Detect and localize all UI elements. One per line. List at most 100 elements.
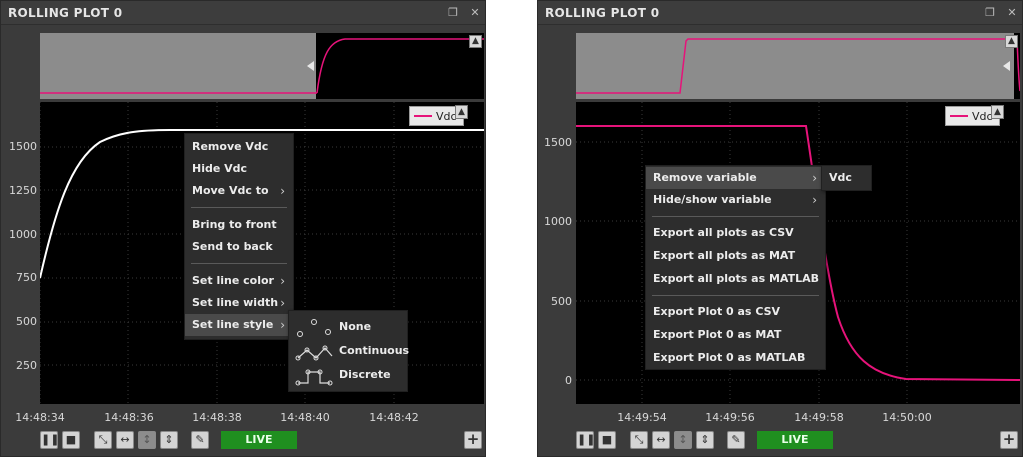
clear-button[interactable]: ✎ — [191, 431, 209, 449]
fit-vertical-button[interactable]: ↕ — [674, 431, 692, 449]
close-icon[interactable]: ✕ — [469, 7, 481, 19]
collapse-overview-button[interactable]: ▲ — [469, 35, 482, 48]
collapse-legend-button[interactable]: ▲ — [991, 105, 1004, 119]
collapse-overview-button[interactable]: ▲ — [1005, 35, 1018, 48]
close-icon[interactable]: ✕ — [1006, 7, 1018, 19]
fit-vertical-icon: ↕ — [678, 433, 688, 446]
fit-horizontal-icon: ↔ — [120, 433, 130, 446]
x-tick-label: 14:49:56 — [705, 411, 755, 424]
y-tick-label: 750 — [16, 271, 37, 284]
x-tick-label: 14:48:34 — [15, 411, 65, 424]
stop-button[interactable]: ■ — [62, 431, 80, 449]
menu-remove-vdc[interactable]: Remove Vdc — [185, 136, 293, 158]
overview-plot[interactable]: ▲ — [40, 33, 484, 99]
y-tick-label: 1000 — [9, 228, 37, 241]
plus-icon: + — [1002, 430, 1016, 448]
menu-separator — [191, 263, 287, 264]
chevron-right-icon: › — [280, 296, 285, 310]
y-tick-label: 250 — [16, 359, 37, 372]
legend-label: Vdc — [972, 109, 993, 123]
live-button[interactable]: LIVE — [221, 431, 297, 449]
autoscale-button[interactable]: ⤡ — [630, 431, 648, 449]
fit-both-button[interactable]: ⇕ — [696, 431, 714, 449]
x-tick-label: 14:48:40 — [280, 411, 330, 424]
style-discrete[interactable]: Discrete — [289, 364, 407, 388]
menu-hide-show-variable[interactable]: Hide/show variable › — [646, 189, 825, 211]
panel-title: ROLLING PLOT 0 — [8, 6, 123, 20]
pause-icon: ❚❚ — [577, 433, 596, 446]
y-tick-label: 500 — [16, 315, 37, 328]
pause-icon: ❚❚ — [41, 433, 60, 446]
style-continuous[interactable]: Continuous — [289, 340, 409, 364]
y-tick-label: 1250 — [9, 184, 37, 197]
legend-swatch — [950, 115, 968, 117]
style-none[interactable]: None — [289, 316, 407, 340]
chevron-right-icon: › — [812, 171, 817, 185]
submenu-item-vdc[interactable]: Vdc — [822, 167, 871, 189]
fit-both-icon: ⇕ — [700, 433, 710, 446]
line-style-submenu: None Continuous Discrete — [288, 310, 409, 392]
fit-vertical-icon: ↕ — [142, 433, 152, 446]
menu-move-vdc[interactable]: Move Vdc to › — [185, 180, 293, 202]
menu-send-to-back[interactable]: Send to back — [185, 236, 293, 258]
autoscale-icon: ⤡ — [634, 433, 644, 446]
live-button[interactable]: LIVE — [757, 431, 833, 449]
x-tick-label: 14:49:58 — [794, 411, 844, 424]
collapse-legend-button[interactable]: ▲ — [455, 105, 468, 119]
fit-horizontal-button[interactable]: ↔ — [652, 431, 670, 449]
add-plot-button[interactable]: + — [1000, 431, 1018, 449]
clear-brush-icon: ✎ — [731, 433, 741, 446]
panel-titlebar: ROLLING PLOT 0 ❐ ✕ — [538, 1, 1022, 25]
overview-trace — [40, 38, 484, 94]
y-tick-label: 1000 — [544, 215, 572, 228]
menu-separator — [652, 216, 819, 217]
plot-context-menu: Remove variable › Hide/show variable › Exp… — [645, 165, 826, 370]
menu-set-line-color[interactable]: Set line color › — [185, 270, 293, 292]
x-tick-label: 14:49:54 — [617, 411, 667, 424]
fit-both-button[interactable]: ⇕ — [160, 431, 178, 449]
plot-context-menu: Remove Vdc Hide Vdc Move Vdc to › Bring t… — [184, 133, 294, 340]
x-tick-label: 14:48:42 — [369, 411, 419, 424]
overview-plot[interactable]: ▲ — [576, 33, 1020, 99]
chevron-right-icon: › — [280, 184, 285, 198]
pause-button[interactable]: ❚❚ — [576, 431, 596, 449]
stop-icon: ■ — [65, 433, 77, 446]
continuous-line-icon — [295, 345, 333, 361]
add-plot-button[interactable]: + — [464, 431, 482, 449]
fit-horizontal-button[interactable]: ↔ — [116, 431, 134, 449]
stop-icon: ■ — [601, 433, 613, 446]
fit-vertical-button[interactable]: ↕ — [138, 431, 156, 449]
menu-export-plot0-matlab[interactable]: Export Plot 0 as MATLAB — [646, 347, 825, 369]
y-tick-label: 0 — [565, 374, 572, 387]
menu-export-plot0-mat[interactable]: Export Plot 0 as MAT — [646, 324, 825, 346]
menu-export-all-mat[interactable]: Export all plots as MAT — [646, 245, 825, 267]
menu-set-line-style[interactable]: Set line style › — [185, 314, 293, 336]
overview-drag-handle[interactable] — [1003, 61, 1010, 71]
restore-window-icon[interactable]: ❐ — [447, 7, 459, 19]
clear-button[interactable]: ✎ — [727, 431, 745, 449]
menu-remove-variable[interactable]: Remove variable › — [646, 167, 825, 189]
overview-drag-handle[interactable] — [307, 61, 314, 71]
pause-button[interactable]: ❚❚ — [40, 431, 60, 449]
clear-brush-icon: ✎ — [195, 433, 205, 446]
x-tick-label: 14:48:38 — [192, 411, 242, 424]
menu-export-all-matlab[interactable]: Export all plots as MATLAB — [646, 268, 825, 290]
fit-both-icon: ⇕ — [164, 433, 174, 446]
dots-only-icon — [297, 319, 331, 337]
menu-hide-vdc[interactable]: Hide Vdc — [185, 158, 293, 180]
menu-set-line-width[interactable]: Set line width › — [185, 292, 293, 314]
autoscale-button[interactable]: ⤡ — [94, 431, 112, 449]
menu-export-all-csv[interactable]: Export all plots as CSV — [646, 222, 825, 244]
menu-bring-to-front[interactable]: Bring to front — [185, 214, 293, 236]
remove-variable-submenu: Vdc — [821, 165, 872, 191]
y-tick-label: 1500 — [544, 136, 572, 149]
menu-export-plot0-csv[interactable]: Export Plot 0 as CSV — [646, 301, 825, 323]
fit-horizontal-icon: ↔ — [656, 433, 666, 446]
restore-window-icon[interactable]: ❐ — [984, 7, 996, 19]
x-tick-label: 14:50:00 — [882, 411, 932, 424]
menu-separator — [191, 207, 287, 208]
stop-button[interactable]: ■ — [598, 431, 616, 449]
plus-icon: + — [466, 430, 480, 448]
discrete-step-icon — [295, 369, 333, 386]
chevron-right-icon: › — [280, 318, 285, 332]
